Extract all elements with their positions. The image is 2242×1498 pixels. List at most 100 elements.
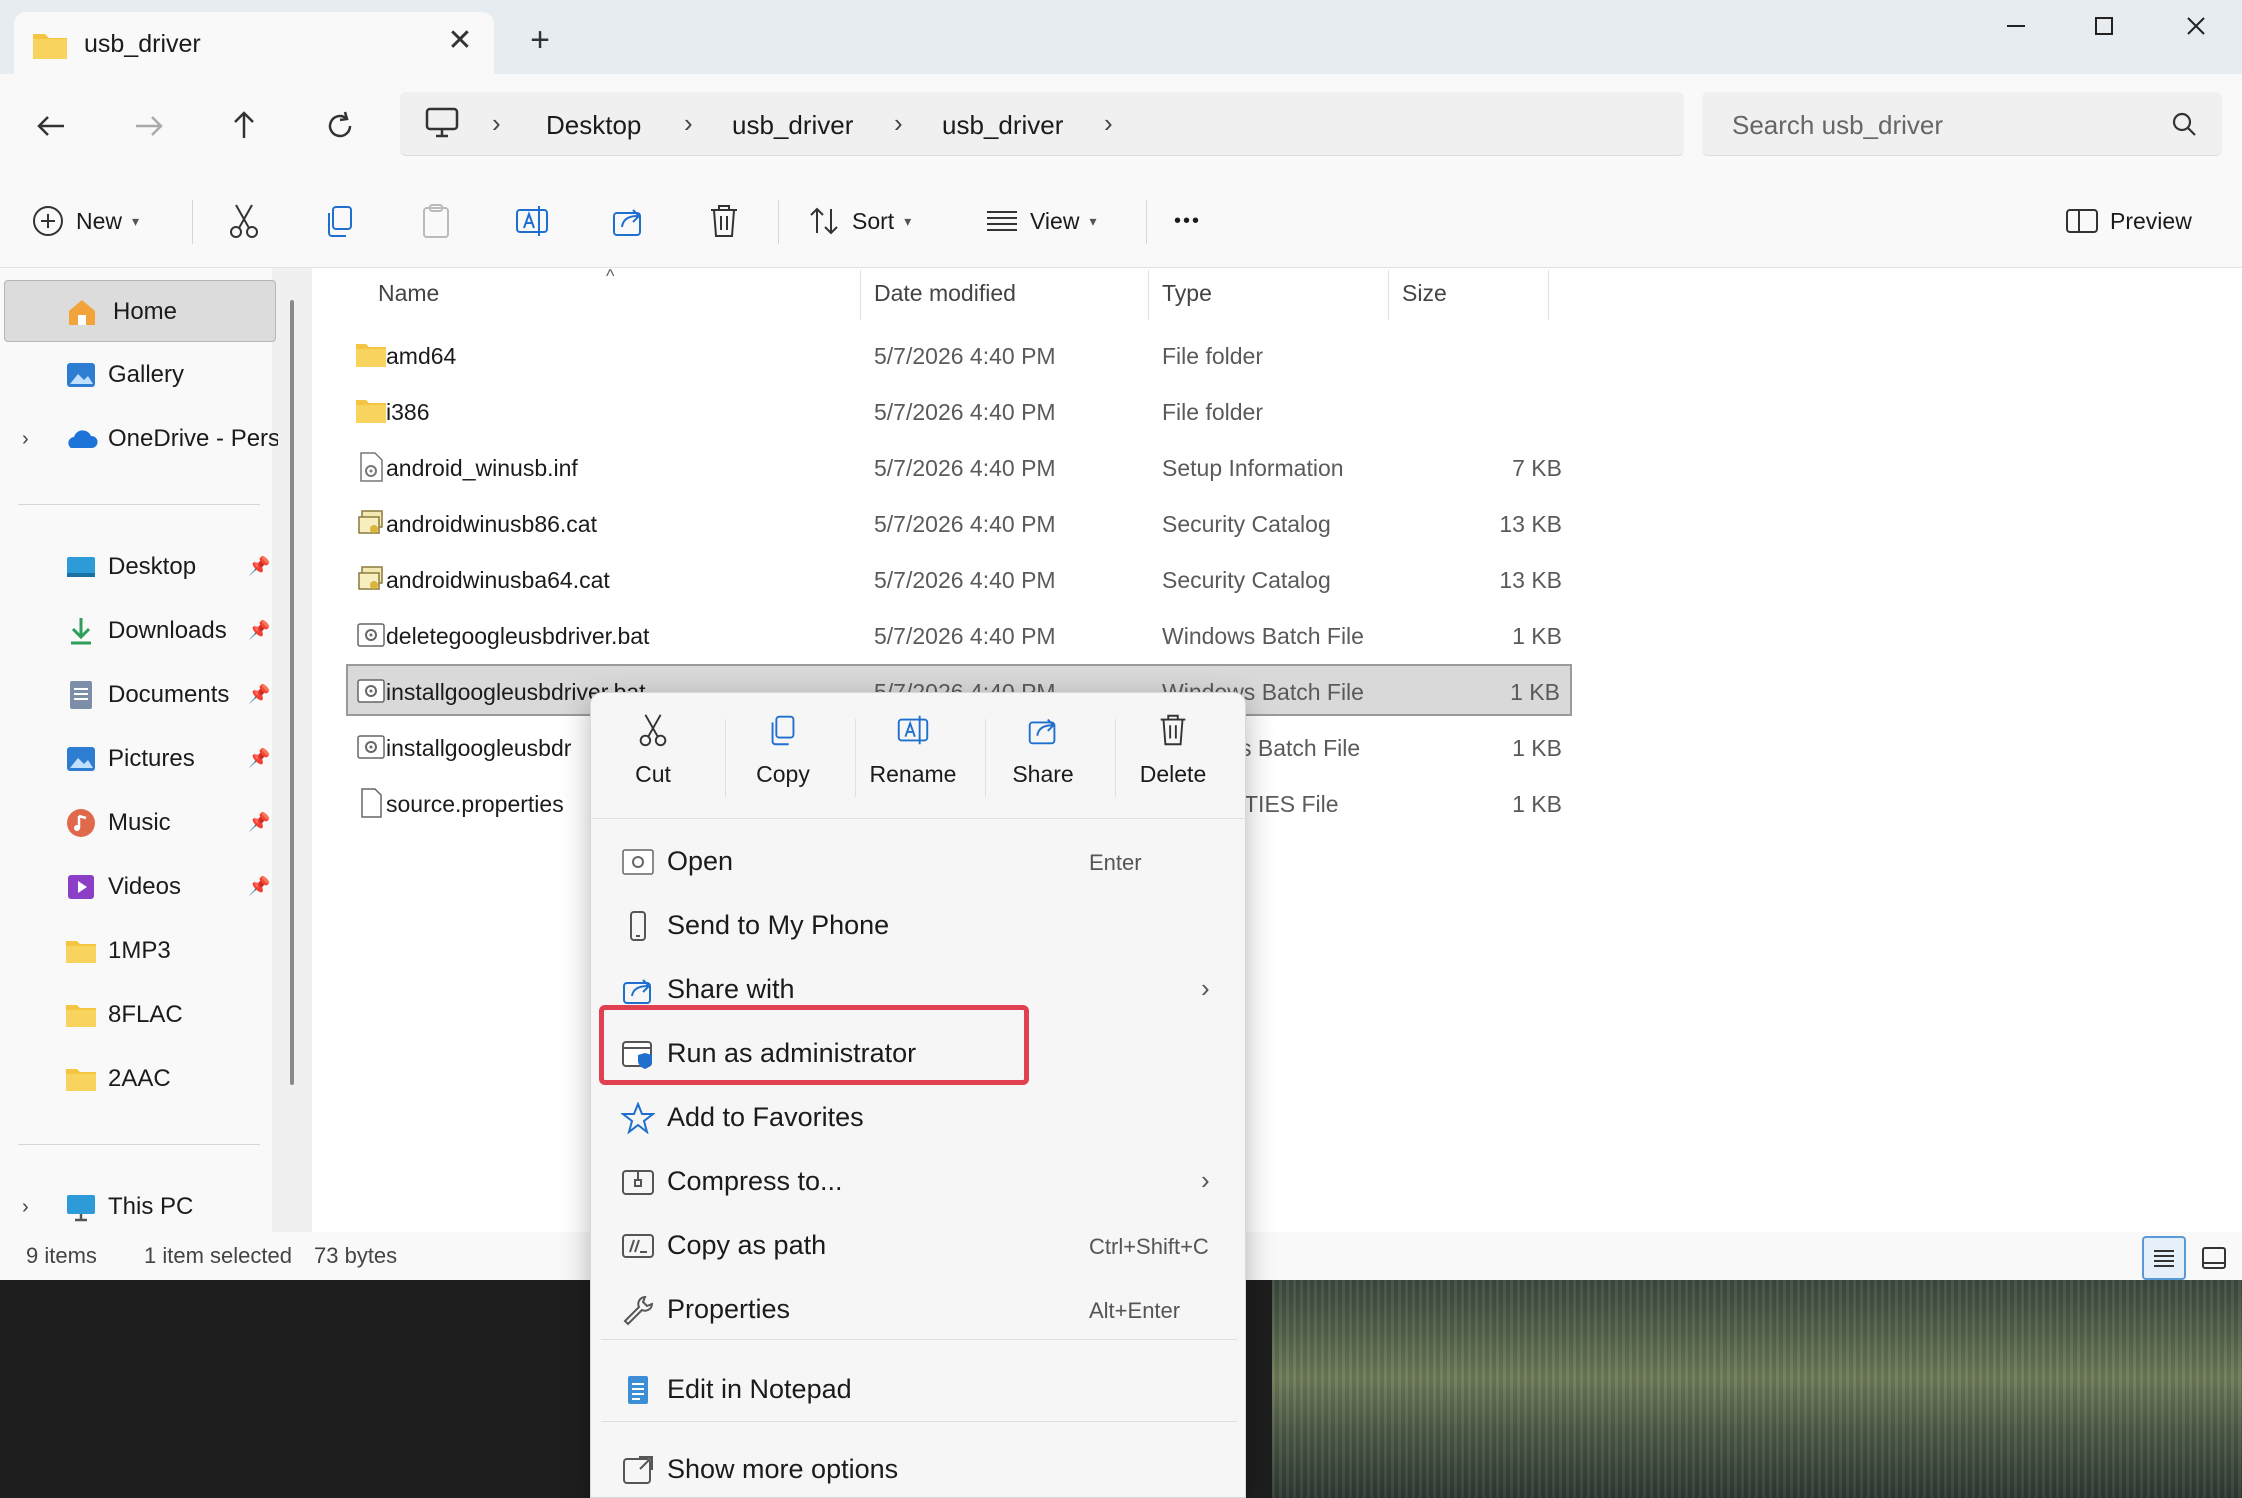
tiles-view-button[interactable] <box>2194 1238 2234 1278</box>
column-divider[interactable] <box>860 270 861 320</box>
chevron-right-icon[interactable]: › <box>22 428 29 451</box>
file-name: amd64 <box>386 343 457 369</box>
sidebar-item-gallery[interactable]: Gallery <box>0 344 280 406</box>
column-header-type[interactable]: Type <box>1162 280 1212 307</box>
file-name: i386 <box>386 399 430 425</box>
search-box[interactable]: Search usb_driver <box>1702 92 2222 156</box>
desktop-wallpaper-photo <box>1272 1280 2242 1498</box>
address-bar[interactable]: › Desktop › usb_driver › usb_driver › <box>400 92 1684 156</box>
sidebar-item-desktop[interactable]: Desktop 📌 <box>0 536 280 598</box>
chevron-right-icon: › <box>894 108 903 138</box>
context-rename-button[interactable]: Rename <box>851 711 975 807</box>
preview-button[interactable]: Preview <box>2064 198 2192 244</box>
menu-item-copy-as-path[interactable]: Copy as path Ctrl+Shift+C <box>601 1215 1237 1275</box>
tiles-view-icon <box>2202 1247 2226 1269</box>
sidebar-item-onedrive[interactable]: › OneDrive - Persi <box>0 408 280 470</box>
setup-file-icon <box>360 452 383 482</box>
up-arrow-icon <box>234 111 254 138</box>
close-tab-button[interactable]: ✕ <box>442 24 478 60</box>
forward-button[interactable] <box>126 104 170 148</box>
sidebar-item-1mp3[interactable]: 1MP3 <box>0 920 280 982</box>
column-header-size[interactable]: Size <box>1402 280 1447 307</box>
refresh-icon <box>328 111 352 138</box>
column-divider[interactable] <box>1548 270 1549 320</box>
sidebar-item-2aac[interactable]: 2AAC <box>0 1048 280 1110</box>
context-copy-button[interactable]: Copy <box>721 711 845 807</box>
sort-button[interactable]: Sort ▾ <box>806 198 911 244</box>
chevron-right-icon: › <box>1201 973 1210 1003</box>
menu-item-properties[interactable]: Properties Alt+Enter <box>601 1279 1237 1339</box>
share-icon <box>613 209 641 236</box>
sidebar-item-this-pc[interactable]: › This PC <box>0 1176 280 1238</box>
sidebar-item-documents[interactable]: Documents 📌 <box>0 664 280 726</box>
context-divider <box>601 1339 1237 1340</box>
sidebar-item-music[interactable]: Music 📌 <box>0 792 280 854</box>
copy-button[interactable] <box>322 198 358 244</box>
new-button[interactable]: New ▾ <box>30 198 139 244</box>
file-row-i386[interactable]: i386 5/7/2026 4:40 PM File folder <box>346 384 1572 438</box>
details-view-button[interactable] <box>2142 1236 2186 1280</box>
cut-button[interactable] <box>226 198 262 244</box>
up-button[interactable] <box>222 104 266 148</box>
file-row-androidwinusba64-cat[interactable]: androidwinusba64.cat 5/7/2026 4:40 PM Se… <box>346 552 1572 606</box>
preview-pane-icon <box>2066 209 2098 233</box>
file-name: androidwinusb86.cat <box>386 511 597 537</box>
clipboard-icon <box>423 204 449 238</box>
menu-item-label: Properties <box>667 1294 791 1324</box>
sidebar-item-pictures[interactable]: Pictures 📌 <box>0 728 280 790</box>
search-icon <box>2172 112 2196 136</box>
sidebar-item-label: This PC <box>108 1193 194 1220</box>
rename-button[interactable] <box>514 198 550 244</box>
column-divider[interactable] <box>1148 270 1149 320</box>
sidebar-item-8flac[interactable]: 8FLAC <box>0 984 280 1046</box>
column-header-date-modified[interactable]: Date modified <box>874 280 1016 307</box>
share-icon <box>1028 718 1056 745</box>
file-row-deletegoogleusbdriver-bat[interactable]: deletegoogleusbdriver.bat 5/7/2026 4:40 … <box>346 608 1572 662</box>
chevron-right-icon: › <box>1104 108 1113 138</box>
paste-button[interactable] <box>418 198 454 244</box>
menu-item-add-to-favorites[interactable]: Add to Favorites <box>601 1087 1237 1147</box>
file-row-android-winusb-inf[interactable]: android_winusb.inf 5/7/2026 4:40 PM Setu… <box>346 440 1572 494</box>
folder-icon <box>66 1005 96 1027</box>
close-window-button[interactable] <box>2164 6 2228 56</box>
share-button[interactable] <box>610 198 646 244</box>
file-name: installgoogleusbdr <box>386 735 572 761</box>
breadcrumb-usb-driver-current[interactable]: usb_driver <box>942 110 1063 141</box>
folder-icon <box>356 344 386 367</box>
menu-item-open[interactable]: Open Enter <box>601 831 1237 891</box>
sidebar-item-downloads[interactable]: Downloads 📌 <box>0 600 280 662</box>
context-cut-label: Cut <box>635 761 671 787</box>
file-type: s Batch File <box>1240 735 1361 761</box>
file-name: androidwinusba64.cat <box>386 567 610 593</box>
refresh-button[interactable] <box>318 104 362 148</box>
sidebar-scrollbar[interactable] <box>290 300 294 1085</box>
menu-item-show-more-options[interactable]: Show more options <box>601 1439 1237 1498</box>
file-row-androidwinusb86-cat[interactable]: androidwinusb86.cat 5/7/2026 4:40 PM Sec… <box>346 496 1572 550</box>
delete-button[interactable] <box>706 198 742 244</box>
menu-item-send-to-my-phone[interactable]: Send to My Phone <box>601 895 1237 955</box>
maximize-button[interactable] <box>2072 6 2136 56</box>
minimize-button[interactable] <box>1984 6 2048 56</box>
batch-file-icon <box>357 679 385 703</box>
chevron-down-icon: ▾ <box>904 212 912 229</box>
menu-item-edit-in-notepad[interactable]: Edit in Notepad <box>601 1359 1237 1419</box>
column-divider[interactable] <box>1388 270 1389 320</box>
file-row-amd64[interactable]: amd64 5/7/2026 4:40 PM File folder <box>346 328 1572 382</box>
new-tab-button[interactable]: + <box>520 22 560 62</box>
column-header-name[interactable]: Name <box>378 280 439 307</box>
menu-item-compress-to[interactable]: Compress to... › <box>601 1151 1237 1211</box>
context-share-button[interactable]: Share <box>981 711 1105 807</box>
file-type: Security Catalog <box>1162 511 1331 537</box>
more-options-button[interactable]: ••• <box>1174 198 1201 244</box>
breadcrumb-desktop[interactable]: Desktop <box>546 110 641 141</box>
context-delete-button[interactable]: Delete <box>1111 711 1235 807</box>
view-button[interactable]: View ▾ <box>984 198 1096 244</box>
sidebar-item-videos[interactable]: Videos 📌 <box>0 856 280 918</box>
chevron-right-icon[interactable]: › <box>22 1196 29 1219</box>
breadcrumb-usb-driver[interactable]: usb_driver <box>732 110 853 141</box>
sidebar-item-home[interactable]: Home <box>4 280 276 342</box>
selection-size: 73 bytes <box>314 1243 398 1268</box>
tab-usb-driver[interactable]: usb_driver ✕ <box>14 12 494 74</box>
back-button[interactable] <box>30 104 74 148</box>
context-cut-button[interactable]: Cut <box>591 711 715 807</box>
